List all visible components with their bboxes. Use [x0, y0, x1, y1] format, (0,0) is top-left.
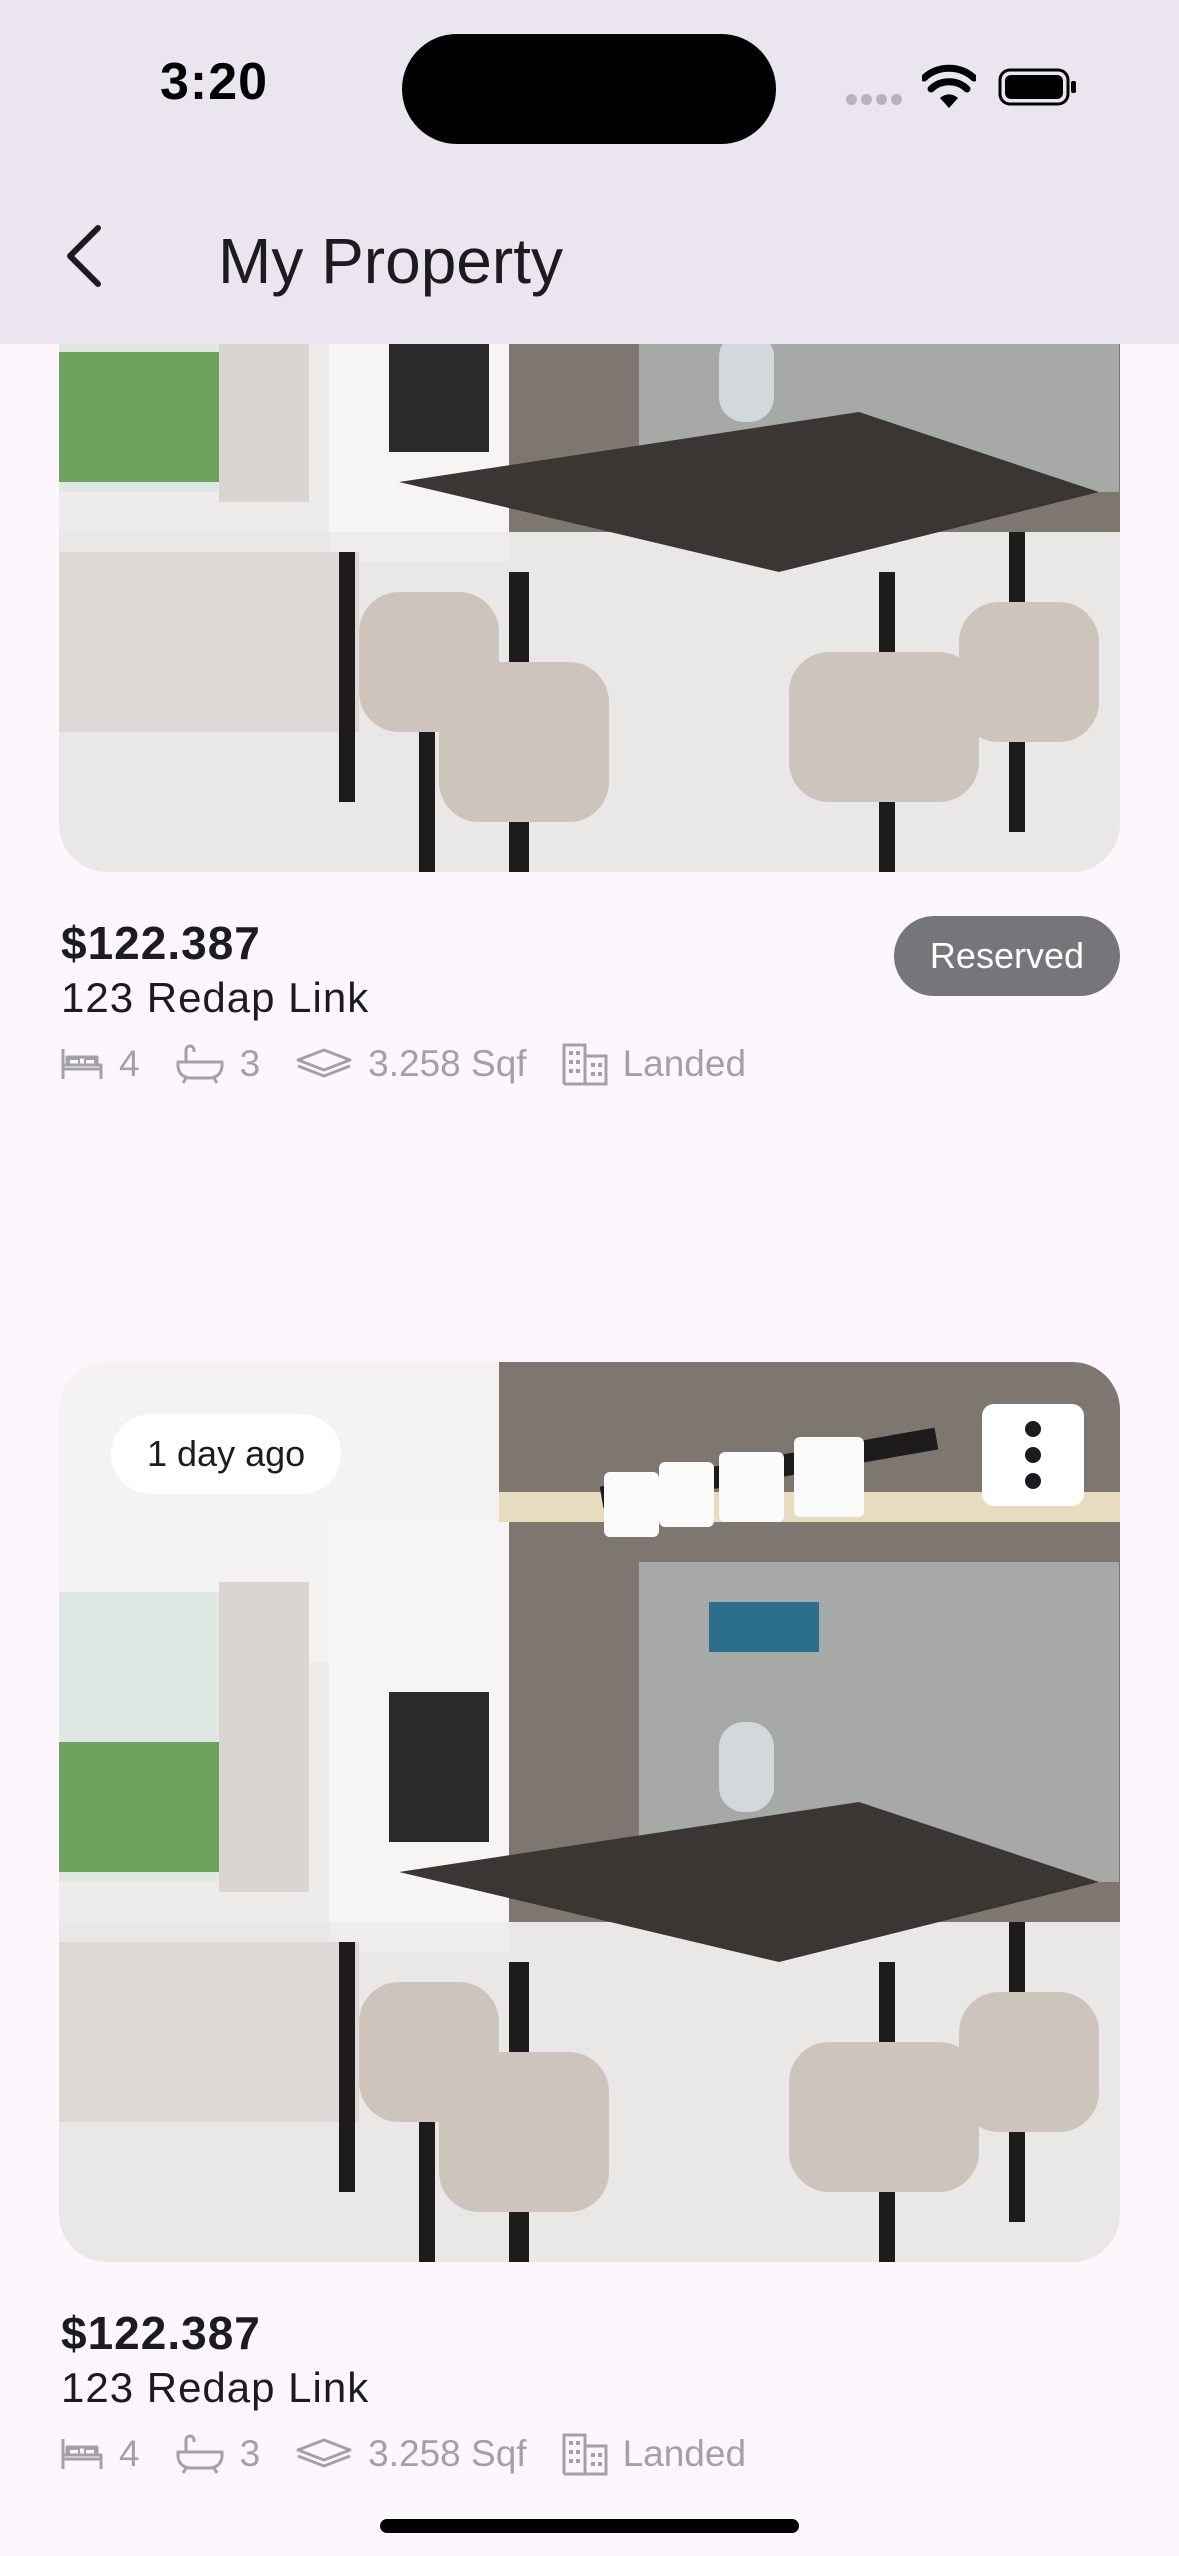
- status-bar: 3:20: [0, 0, 1179, 172]
- chevron-left-icon: [67, 225, 101, 287]
- property-price: $122.387: [61, 917, 261, 969]
- area-feature: 3.258 Sqf: [294, 2433, 527, 2475]
- back-button[interactable]: [52, 212, 116, 300]
- type-feature: Landed: [561, 1042, 746, 1086]
- home-indicator[interactable]: [380, 2519, 799, 2533]
- posted-time-chip: 1 day ago: [111, 1414, 342, 1494]
- building-icon: [562, 1043, 608, 1086]
- bedrooms-feature: 4: [59, 2433, 140, 2475]
- property-address: 123 Redap Link: [61, 2364, 370, 2411]
- property-price: $122.387: [61, 2307, 261, 2359]
- type-value: Landed: [622, 1043, 747, 1084]
- bathrooms-value: 3: [239, 2433, 261, 2474]
- app-bar: My Property: [0, 172, 1179, 344]
- battery-icon: [998, 68, 1076, 106]
- area-layers-icon: [296, 2438, 352, 2468]
- area-value: 3.258 Sqf: [368, 2433, 527, 2474]
- bed-icon: [61, 2439, 103, 2469]
- property-photo[interactable]: [59, 344, 1120, 872]
- bathrooms-feature: 3: [174, 2433, 261, 2475]
- bathtub-icon: [176, 2434, 224, 2474]
- bedrooms-feature: 4: [59, 1043, 140, 1085]
- more-vert-icon: [1025, 1421, 1041, 1437]
- property-list[interactable]: $122.387 Reserved 123 Redap Link 4 3 3.2…: [0, 344, 1179, 2556]
- bed-icon: [61, 1049, 103, 1079]
- property-features: 4 3 3.258 Sqf Landed: [59, 2428, 780, 2480]
- dynamic-island: [402, 34, 776, 144]
- more-options-button[interactable]: [982, 1404, 1084, 1506]
- building-icon: [562, 2433, 608, 2476]
- bathrooms-value: 3: [239, 1043, 261, 1084]
- area-layers-icon: [296, 1048, 352, 1078]
- area-value: 3.258 Sqf: [368, 1043, 527, 1084]
- status-badge: Reserved: [893, 916, 1120, 996]
- type-feature: Landed: [561, 2432, 746, 2476]
- bathtub-icon: [176, 1044, 224, 1084]
- wifi-icon: [922, 64, 976, 108]
- page-title: My Property: [218, 225, 563, 297]
- cellular-signal-icon: [846, 94, 904, 108]
- type-value: Landed: [622, 2433, 747, 2474]
- property-photo[interactable]: 1 day ago: [59, 1362, 1120, 2262]
- area-feature: 3.258 Sqf: [294, 1043, 527, 1085]
- bathrooms-feature: 3: [174, 1043, 261, 1085]
- property-features: 4 3 3.258 Sqf Landed: [59, 1038, 780, 1090]
- property-address: 123 Redap Link: [61, 974, 370, 1021]
- status-time: 3:20: [160, 53, 269, 111]
- bedrooms-value: 4: [119, 2433, 140, 2474]
- bedrooms-value: 4: [119, 1043, 140, 1084]
